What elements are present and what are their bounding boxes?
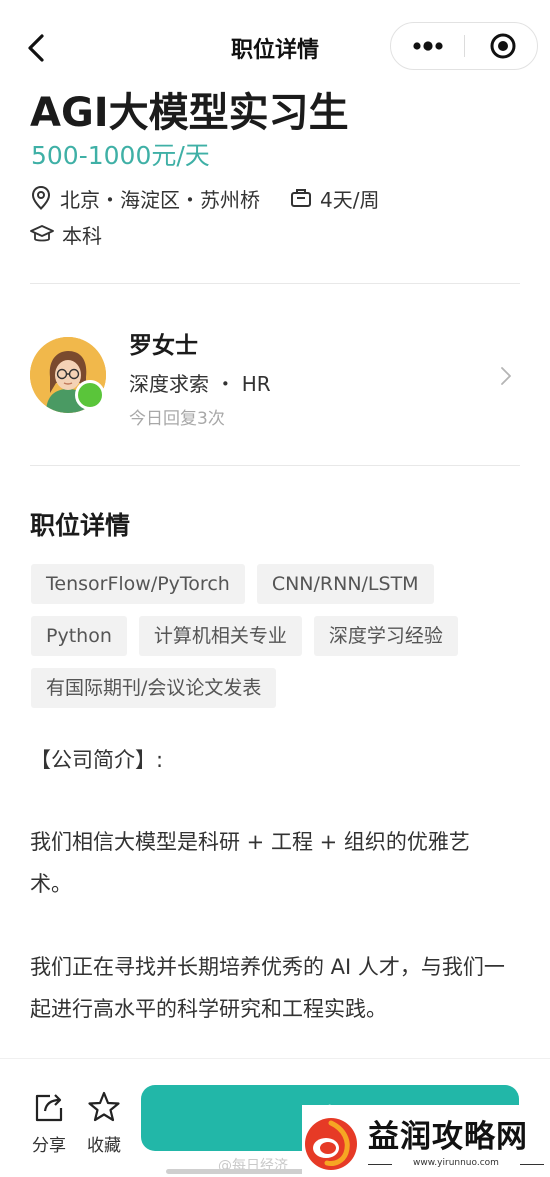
recruiter-company-role: 深度求索 ・ HR <box>129 372 271 396</box>
skill-tag: CNN/RNN/LSTM <box>256 564 434 604</box>
back-button[interactable] <box>22 30 54 66</box>
close-miniprogram-button[interactable] <box>465 23 538 69</box>
share-icon <box>35 1094 63 1122</box>
nav-bar: 职位详情 <box>0 0 550 92</box>
recruiter-card[interactable]: 罗女士 深度求索 ・ HR 今日回复3次 <box>0 300 550 450</box>
job-education-row: 本科 <box>30 219 102 249</box>
recruiter-reply-count: 今日回复3次 <box>129 409 225 429</box>
graduation-cap-icon <box>30 225 54 242</box>
chevron-right-icon <box>501 367 511 385</box>
description-heading: 【公司简介】: <box>30 748 164 772</box>
favorite-label: 收藏 <box>87 1136 121 1156</box>
site-watermark: 益润攻略网 www.yirunnuo.com <box>302 1105 550 1177</box>
recruiter-name: 罗女士 <box>129 333 198 359</box>
watermark-name: 益润攻略网 <box>368 1119 528 1155</box>
job-location: 北京・海淀区・苏州桥 <box>60 187 260 212</box>
favorite-button[interactable]: 收藏 <box>82 1089 126 1159</box>
briefcase-icon <box>291 189 311 207</box>
location-pin-icon <box>31 185 51 210</box>
skill-tag: 有国际期刊/会议论文发表 <box>31 668 277 708</box>
job-meta-row: 北京・海淀区・苏州桥 4天/周 <box>30 183 379 213</box>
skill-tag: 计算机相关专业 <box>138 616 302 656</box>
divider <box>30 283 520 284</box>
divider <box>30 465 520 466</box>
more-button[interactable] <box>391 23 464 69</box>
skill-tags: TensorFlow/PyTorch CNN/RNN/LSTM Python 计… <box>31 564 501 708</box>
job-schedule: 4天/周 <box>320 187 380 212</box>
skill-tag: TensorFlow/PyTorch <box>31 564 245 604</box>
more-dots-icon <box>413 41 443 51</box>
section-title: 职位详情 <box>30 511 131 540</box>
watermark-logo-icon <box>305 1118 357 1170</box>
job-title: AGI大模型实习生 <box>30 90 349 136</box>
star-icon <box>88 1091 120 1122</box>
watermark-url: www.yirunnuo.com <box>368 1158 544 1168</box>
description-paragraph: 我们相信大模型是科研 + 工程 + 组织的优雅艺术。 <box>30 830 470 896</box>
salary: 500-1000元/天 <box>31 141 210 170</box>
description-paragraph: 我们正在寻找并长期培养优秀的 AI 人才，与我们一起进行高水平的科学研究和工程实… <box>30 955 505 1021</box>
share-label: 分享 <box>32 1136 66 1156</box>
miniprogram-capsule <box>390 22 538 70</box>
chevron-left-icon <box>28 34 44 62</box>
skill-tag: 深度学习经验 <box>313 616 458 656</box>
miniprogram-close-icon <box>490 33 516 59</box>
job-education: 本科 <box>62 223 102 248</box>
online-status-dot <box>75 380 105 410</box>
share-button[interactable]: 分享 <box>27 1089 71 1159</box>
skill-tag: Python <box>31 616 127 656</box>
